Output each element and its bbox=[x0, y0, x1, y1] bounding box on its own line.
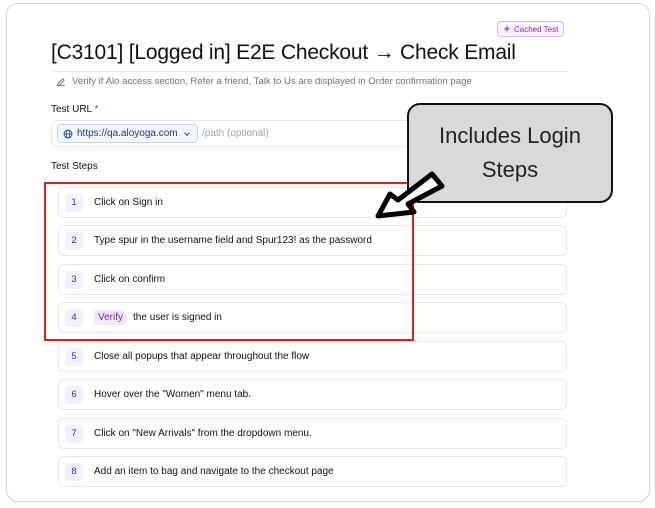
cached-test-label: Cached Test bbox=[514, 24, 559, 34]
required-mark: * bbox=[94, 104, 99, 115]
base-url-value: https://qa.aloyoga.com bbox=[77, 128, 178, 139]
step-row-3[interactable]: 3 Click on confirm bbox=[58, 264, 567, 295]
step-text: Hover over the "Women" menu tab. bbox=[94, 389, 251, 400]
step-number: 7 bbox=[65, 424, 83, 443]
step-text: Close all popups that appear throughout … bbox=[94, 351, 310, 362]
step-text: Add an item to bag and navigate to the c… bbox=[94, 466, 334, 477]
verify-tag: Verify bbox=[94, 310, 128, 325]
test-steps-label: Test Steps bbox=[51, 161, 98, 172]
test-url-label: Test URL * bbox=[51, 104, 98, 115]
step-row-5[interactable]: 5 Close all popups that appear throughou… bbox=[58, 341, 567, 372]
title-divider bbox=[51, 71, 568, 72]
step-row-7[interactable]: 7 Click on "New Arrivals" from the dropd… bbox=[58, 418, 567, 449]
step-number: 2 bbox=[65, 231, 83, 250]
step-number: 8 bbox=[65, 462, 83, 481]
step-text: Click on Sign in bbox=[94, 197, 163, 208]
step-number: 5 bbox=[65, 347, 83, 366]
step-number: 4 bbox=[65, 308, 83, 327]
description[interactable]: Verify if Alo access section, Refer a fr… bbox=[56, 76, 472, 87]
step-text: Type spur in the username field and Spur… bbox=[94, 235, 372, 246]
step-number: 6 bbox=[65, 385, 83, 404]
step-row-4[interactable]: 4 Verify the user is signed in bbox=[58, 302, 567, 333]
step-text: Click on "New Arrivals" from the dropdow… bbox=[94, 428, 312, 439]
chevron-down-icon bbox=[183, 131, 190, 136]
step-text: Click on confirm bbox=[94, 274, 166, 285]
path-input[interactable] bbox=[202, 125, 392, 141]
step-row-6[interactable]: 6 Hover over the "Women" menu tab. bbox=[58, 379, 567, 410]
globe-icon bbox=[63, 129, 73, 138]
callout-line-1: Includes Login bbox=[439, 123, 581, 148]
base-url-select[interactable]: https://qa.aloyoga.com bbox=[57, 124, 198, 143]
pencil-icon bbox=[57, 77, 65, 86]
step-number: 3 bbox=[65, 270, 83, 289]
step-number: 1 bbox=[65, 193, 83, 212]
callout-line-2: Steps bbox=[481, 157, 539, 182]
step-row-2[interactable]: 2 Type spur in the username field and Sp… bbox=[58, 225, 567, 256]
test-url-label-text: Test URL bbox=[51, 104, 92, 115]
description-text: Verify if Alo access section, Refer a fr… bbox=[72, 76, 472, 87]
annotation-arrow-icon bbox=[375, 171, 445, 219]
step-row-8[interactable]: 8 Add an item to bag and navigate to the… bbox=[58, 456, 567, 487]
step-text: Verify the user is signed in bbox=[94, 310, 222, 325]
page-title: [C3101] [Logged in] E2E Checkout → Check… bbox=[51, 41, 516, 64]
bolt-icon bbox=[503, 25, 511, 33]
step-text-body: the user is signed in bbox=[133, 312, 222, 323]
cached-test-badge[interactable]: Cached Test bbox=[497, 21, 565, 37]
